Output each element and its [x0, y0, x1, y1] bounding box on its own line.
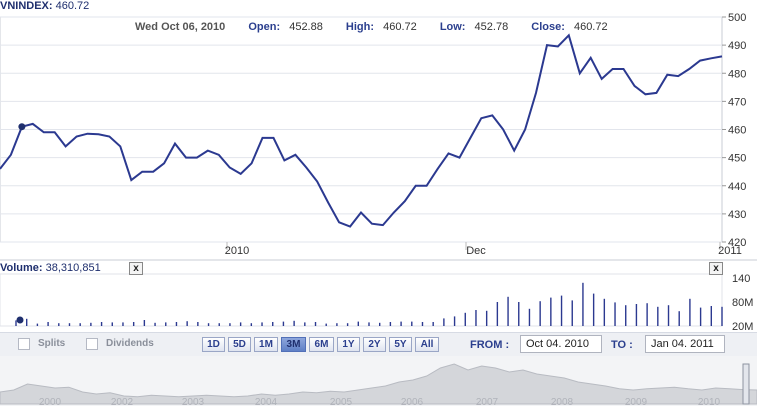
navigator-year-label: 2002 [111, 397, 134, 406]
volume-ytick-label: 140 [732, 273, 750, 285]
close-value: 460.72 [573, 21, 608, 33]
dividends-label: Dividends [106, 338, 154, 349]
symbol-label: VNINDEX: [0, 0, 53, 12]
navigator-year-label: 2009 [625, 397, 648, 406]
zoom-6m-button[interactable]: 6M [309, 337, 334, 352]
close-volume-button[interactable]: x [129, 262, 143, 275]
ohlc-readout: Wed Oct 06, 2010 Open: 452.88 High: 460.… [135, 21, 608, 33]
navigator-year-label: 2003 [182, 397, 205, 406]
from-date-input[interactable]: Oct 04. 2010 [520, 335, 602, 353]
zoom-3m-button[interactable]: 3M [281, 337, 306, 352]
zoom-all-button[interactable]: All [415, 337, 439, 352]
volume-label: Volume: [0, 262, 43, 274]
close-indicator-button[interactable]: x [709, 262, 723, 275]
splits-checkbox[interactable] [18, 338, 30, 350]
open-label: Open: [248, 21, 281, 33]
volume-hover-marker [16, 316, 24, 324]
to-label: TO : [611, 339, 633, 351]
navigator-chart[interactable]: 2000 2002 2003 2004 2005 2006 2007 2008 2009 2010 [0, 356, 757, 406]
zoom-5y-button[interactable]: 5Y [389, 337, 412, 352]
zoom-1m-button[interactable]: 1M [254, 337, 278, 352]
price-xtick-label: 2011 [718, 245, 742, 257]
navigator-year-label: 2007 [476, 397, 499, 406]
volume-ytick-label: 80M [732, 297, 753, 309]
volume-ytick-label: 20M [732, 321, 753, 330]
price-ytick-label: 490 [728, 40, 746, 52]
navigator-year-label: 2010 [698, 397, 721, 406]
zoom-5d-button[interactable]: 5D [228, 337, 251, 352]
price-ytick-label: 440 [728, 181, 746, 193]
zoom-2y-button[interactable]: 2Y [363, 337, 386, 352]
price-ytick-label: 480 [728, 68, 746, 80]
navigator-year-label: 2006 [401, 397, 424, 406]
low-label: Low: [439, 21, 466, 33]
price-ytick-label: 430 [728, 209, 746, 221]
volume-value: 38,310,851 [45, 262, 101, 274]
price-ytick-label: 450 [728, 153, 746, 165]
from-label: FROM : [470, 339, 510, 351]
price-ytick-label: 460 [728, 125, 746, 137]
dividends-checkbox[interactable] [86, 338, 98, 350]
low-value: 452.78 [474, 21, 509, 33]
symbol-value: 460.72 [55, 0, 90, 12]
high-label: High: [345, 21, 375, 33]
zoom-1y-button[interactable]: 1Y [337, 337, 360, 352]
price-chart[interactable]: 4204304404504604704804905002010 Dec 2011 [0, 0, 757, 258]
open-value: 452.88 [289, 21, 323, 33]
navigator-range-handle [742, 363, 750, 405]
navigator-year-label: 2005 [330, 397, 353, 406]
volume-plot-area [0, 273, 723, 327]
quote-date: Wed Oct 06, 2010 [135, 21, 226, 33]
price-xtick-label: Dec [466, 245, 486, 257]
price-ytick-label: 470 [728, 96, 746, 108]
high-value: 460.72 [383, 21, 417, 33]
navigator-year-label: 2008 [551, 397, 574, 406]
symbol-title: VNINDEX: 460.72 [0, 0, 89, 12]
price-ytick-label: 500 [728, 12, 746, 24]
navigator-year-label: 2000 [39, 397, 62, 406]
volume-chart[interactable]: 140 80M 20M [0, 258, 757, 330]
close-label: Close: [531, 21, 565, 33]
to-date-input[interactable]: Jan 04. 2011 [645, 335, 725, 353]
navigator-year-label: 2004 [255, 397, 278, 406]
zoom-1d-button[interactable]: 1D [202, 337, 225, 352]
volume-title: Volume: 38,310,851 [0, 262, 101, 274]
splits-label: Splits [38, 338, 66, 349]
price-hover-marker [18, 123, 26, 131]
price-xtick-label: 2010 [225, 245, 249, 257]
